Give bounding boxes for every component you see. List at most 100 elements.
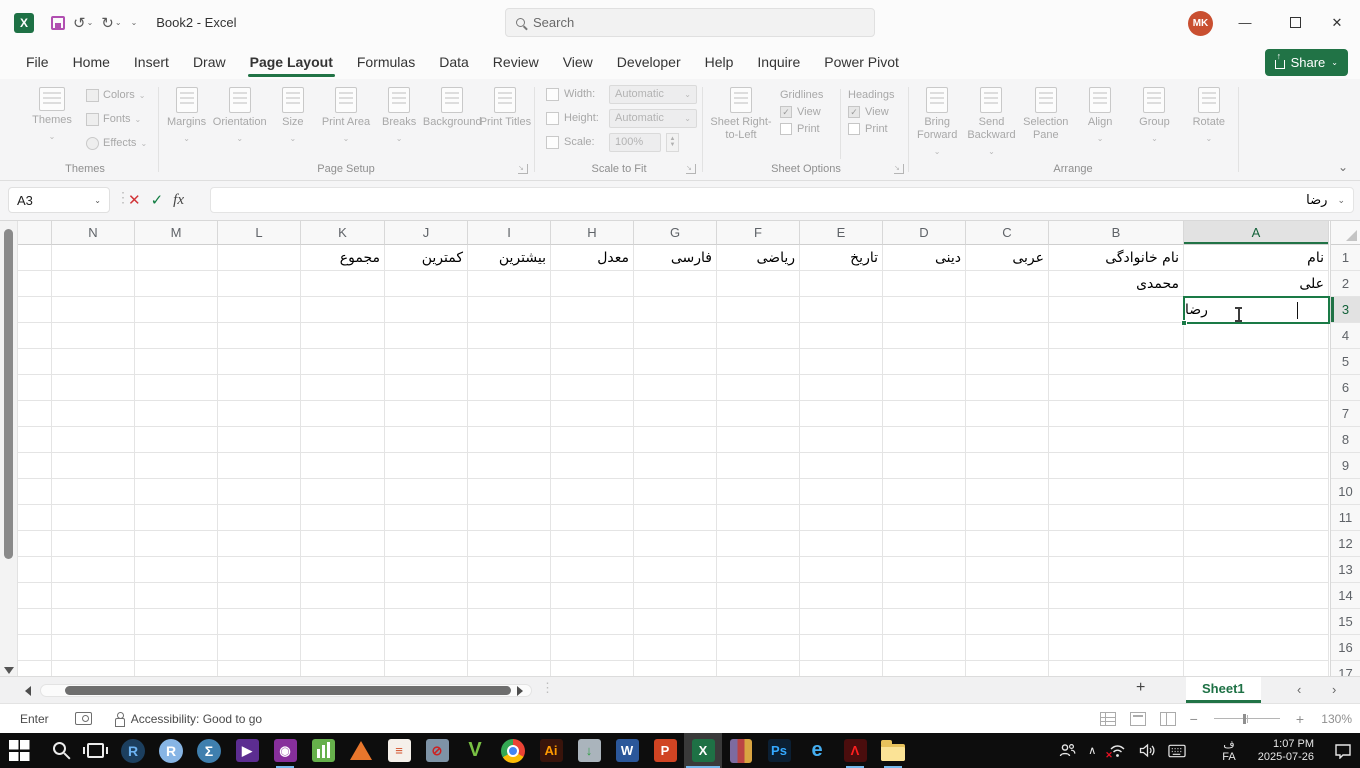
cell-J16[interactable] <box>385 635 468 661</box>
clock[interactable]: 1:07 PM 2025-07-26 <box>1258 738 1314 764</box>
cell-B7[interactable] <box>1049 401 1184 427</box>
hscroll-left-arrow[interactable] <box>25 686 31 696</box>
selection-pane-button[interactable]: Selection Pane <box>1020 87 1072 158</box>
column-header-N[interactable]: N <box>52 221 135 245</box>
page-layout-view-button[interactable] <box>1129 711 1146 726</box>
cell-x6[interactable] <box>18 375 52 401</box>
height-select[interactable]: Automatic ⌄ <box>609 108 697 128</box>
cell-J11[interactable] <box>385 505 468 531</box>
cell-A2[interactable]: علی <box>1184 271 1329 297</box>
volume-icon[interactable] <box>1138 742 1156 760</box>
zoom-slider-handle[interactable] <box>1242 713 1246 724</box>
cell-A16[interactable] <box>1184 635 1329 661</box>
cell-L6[interactable] <box>218 375 301 401</box>
taskbar-v-app-icon[interactable]: V <box>456 733 494 768</box>
cell-J4[interactable] <box>385 323 468 349</box>
cell-N6[interactable] <box>52 375 135 401</box>
ribbon-tab-help[interactable]: Help <box>693 48 746 79</box>
close-button[interactable]: ✕ <box>1314 0 1360 45</box>
cell-x11[interactable] <box>18 505 52 531</box>
cell-M6[interactable] <box>135 375 218 401</box>
active-cell-a3-editing[interactable]: رضا <box>1181 296 1330 326</box>
cell-F17[interactable] <box>717 661 800 676</box>
customize-quick-access-button[interactable]: ⌄ <box>127 16 141 29</box>
cell-L8[interactable] <box>218 427 301 453</box>
ribbon-tab-data[interactable]: Data <box>427 48 481 79</box>
cell-N2[interactable] <box>52 271 135 297</box>
cell-grid[interactable]: NMLKJIHGFEDCBA مجموع کمترین بیشترین معدل فار… <box>18 221 1330 676</box>
sheet-nav-previous[interactable]: ‹ <box>1297 682 1301 697</box>
cell-F12[interactable] <box>717 531 800 557</box>
column-header-L[interactable]: L <box>218 221 301 245</box>
taskbar-illustrator-icon[interactable]: Ai <box>532 733 570 768</box>
cell-C14[interactable] <box>966 583 1049 609</box>
cell-L15[interactable] <box>218 609 301 635</box>
page-setup-dialog-launcher[interactable] <box>518 164 528 174</box>
cell-M15[interactable] <box>135 609 218 635</box>
cell-D13[interactable] <box>883 557 966 583</box>
cell-A1[interactable]: نام <box>1184 245 1329 271</box>
cell-L12[interactable] <box>218 531 301 557</box>
cell-N4[interactable] <box>52 323 135 349</box>
cell-M2[interactable] <box>135 271 218 297</box>
cell-G4[interactable] <box>634 323 717 349</box>
insert-function-button[interactable]: fx <box>173 192 184 209</box>
cell-K6[interactable] <box>301 375 385 401</box>
taskbar-powerpoint-icon[interactable]: P <box>646 733 684 768</box>
cell-x14[interactable] <box>18 583 52 609</box>
cell-A11[interactable] <box>1184 505 1329 531</box>
headings-view-checkbox[interactable]: ✓ View <box>848 106 894 118</box>
row-header-7[interactable]: 7 <box>1331 401 1360 427</box>
cell-M11[interactable] <box>135 505 218 531</box>
cell-M8[interactable] <box>135 427 218 453</box>
cell-H15[interactable] <box>551 609 634 635</box>
cell-M1[interactable] <box>135 245 218 271</box>
cell-H1[interactable]: معدل <box>551 245 634 271</box>
row-header-11[interactable]: 11 <box>1331 505 1360 531</box>
cell-D7[interactable] <box>883 401 966 427</box>
cell-F10[interactable] <box>717 479 800 505</box>
taskbar-excel-icon[interactable]: X <box>684 733 722 768</box>
zoom-in-button[interactable]: + <box>1296 711 1304 727</box>
cell-D2[interactable] <box>883 271 966 297</box>
enter-button[interactable]: ✓ <box>151 191 164 209</box>
cell-A15[interactable] <box>1184 609 1329 635</box>
cell-G14[interactable] <box>634 583 717 609</box>
cell-G8[interactable] <box>634 427 717 453</box>
cell-M5[interactable] <box>135 349 218 375</box>
effects-button[interactable]: Effects ⌄ <box>86 133 147 153</box>
cell-N11[interactable] <box>52 505 135 531</box>
cell-B6[interactable] <box>1049 375 1184 401</box>
cell-G10[interactable] <box>634 479 717 505</box>
cell-B11[interactable] <box>1049 505 1184 531</box>
cell-C1[interactable]: عربی <box>966 245 1049 271</box>
cell-H16[interactable] <box>551 635 634 661</box>
cell-K9[interactable] <box>301 453 385 479</box>
cell-E10[interactable] <box>800 479 883 505</box>
row-header-10[interactable]: 10 <box>1331 479 1360 505</box>
cell-F14[interactable] <box>717 583 800 609</box>
column-header-partial[interactable] <box>18 221 52 245</box>
cell-L1[interactable] <box>218 245 301 271</box>
cell-K10[interactable] <box>301 479 385 505</box>
cell-K13[interactable] <box>301 557 385 583</box>
row-header-16[interactable]: 16 <box>1331 635 1360 661</box>
cell-E15[interactable] <box>800 609 883 635</box>
column-header-F[interactable]: F <box>717 221 800 245</box>
formula-input[interactable]: رضا ⌄ <box>210 187 1354 213</box>
cell-B3[interactable] <box>1049 297 1184 323</box>
sheet-options-dialog-launcher[interactable] <box>894 164 904 174</box>
column-header-C[interactable]: C <box>966 221 1049 245</box>
cell-x1[interactable] <box>18 245 52 271</box>
cell-D4[interactable] <box>883 323 966 349</box>
cell-x8[interactable] <box>18 427 52 453</box>
cell-A7[interactable] <box>1184 401 1329 427</box>
network-icon[interactable]: ✕ <box>1105 742 1126 760</box>
orientation-button[interactable]: Orientation ⌄ <box>213 87 267 145</box>
macro-record-icon[interactable] <box>74 712 92 725</box>
cell-E16[interactable] <box>800 635 883 661</box>
cell-E4[interactable] <box>800 323 883 349</box>
fill-handle[interactable] <box>1181 320 1187 326</box>
taskbar-file-explorer-icon[interactable] <box>874 733 912 768</box>
cell-B2[interactable]: محمدی <box>1049 271 1184 297</box>
